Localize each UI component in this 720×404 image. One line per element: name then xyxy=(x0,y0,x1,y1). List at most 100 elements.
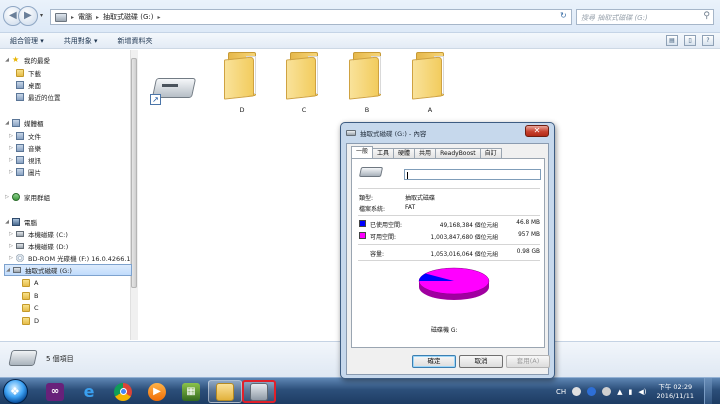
tab-readyboost[interactable]: ReadyBoost xyxy=(435,148,481,158)
tab-sharing[interactable]: 共用 xyxy=(414,148,437,158)
forward-arrow-icon: ▶ xyxy=(24,10,32,21)
folder-item-c[interactable]: C xyxy=(282,52,326,114)
drive-letter-label: 磁碟機 G: xyxy=(431,327,458,334)
sidebar-item-homegroup[interactable]: ▷ 家用群組 xyxy=(4,191,50,203)
language-indicator[interactable]: CH xyxy=(556,388,566,396)
drive-properties-icon xyxy=(250,382,268,401)
sidebar-item-drive-g[interactable]: ◢ 抽取式磁碟 (G:) xyxy=(4,264,132,276)
sidebar-item-label: C xyxy=(34,304,39,312)
collapse-arrow-icon[interactable]: ◢ xyxy=(4,219,10,225)
sidebar-item-documents[interactable]: ▷ 文件 xyxy=(8,130,41,142)
sidebar-item-favorites[interactable]: ◢ ★ 我的最愛 xyxy=(4,54,50,66)
refresh-icon[interactable]: ↻ xyxy=(560,11,572,23)
sidebar-item-desktop[interactable]: 桌面 xyxy=(16,79,41,91)
expand-arrow-icon[interactable]: ▷ xyxy=(4,194,10,200)
expand-arrow-icon[interactable]: ▷ xyxy=(8,157,14,163)
preview-pane-icon[interactable]: ▯ xyxy=(684,35,696,46)
ok-button[interactable]: 確定 xyxy=(412,355,456,368)
sidebar-item-downloads[interactable]: 下載 xyxy=(16,67,41,79)
taskbar-visual-studio[interactable]: ∞ xyxy=(38,380,72,403)
expand-arrow-icon[interactable]: ▷ xyxy=(8,133,14,139)
expand-arrow-icon[interactable]: ▷ xyxy=(8,255,14,261)
sidebar-item-pictures[interactable]: ▷ 圖片 xyxy=(8,166,41,178)
chevron-right-icon[interactable]: ▸ xyxy=(71,14,74,21)
collapse-arrow-icon[interactable]: ◢ xyxy=(5,267,11,273)
expand-arrow-icon[interactable]: ▷ xyxy=(8,145,14,151)
folder-item-b[interactable]: B xyxy=(345,52,389,114)
tab-customize[interactable]: 自訂 xyxy=(479,148,502,158)
settings-icon[interactable] xyxy=(602,387,612,396)
capacity-size: 0.98 GB xyxy=(516,249,540,255)
chevron-right-icon[interactable]: ▸ xyxy=(96,14,99,21)
sidebar-item-folder-c[interactable]: C xyxy=(22,302,39,314)
sidebar-item-videos[interactable]: ▷ 視訊 xyxy=(8,154,41,166)
taskbar-windows-explorer[interactable] xyxy=(208,380,242,403)
divider xyxy=(358,215,540,216)
expand-arrow-icon[interactable]: ▷ xyxy=(8,169,14,175)
tab-general[interactable]: 一般 xyxy=(351,146,374,158)
recent-pages-chevron-icon[interactable]: ▾ xyxy=(40,12,43,19)
address-bar[interactable]: ▸ 電腦 ▸ 抽取式磁碟 (G:) ▸ xyxy=(50,9,572,25)
share-with-button[interactable]: 共用對象 ▾ xyxy=(64,36,98,46)
expand-arrow-icon[interactable]: ▷ xyxy=(8,231,14,237)
clock-date: 2016/11/11 xyxy=(656,391,694,400)
sidebar-item-recent-places[interactable]: 最近的位置 xyxy=(16,91,61,103)
close-button[interactable]: ✕ xyxy=(525,125,549,137)
type-value: 抽取式磁碟 xyxy=(405,195,436,202)
free-space-label: 可用空間: xyxy=(370,234,397,241)
sidebar-item-computer[interactable]: ◢ 電腦 xyxy=(4,216,37,228)
scrollbar-thumb[interactable] xyxy=(131,58,137,288)
disk-usage-pie xyxy=(416,265,492,305)
visual-studio-icon: ∞ xyxy=(46,382,64,401)
help-icon[interactable] xyxy=(587,387,597,396)
type-label: 類型: xyxy=(359,195,374,202)
sidebar-item-music[interactable]: ▷ 音樂 xyxy=(8,142,41,154)
breadcrumb-computer[interactable]: 電腦 xyxy=(78,12,92,22)
drive-shortcut-item[interactable]: ↗ xyxy=(148,72,198,108)
sidebar-item-drive-d[interactable]: ▷ 本機磁碟 (D:) xyxy=(8,240,68,252)
drive-icon xyxy=(346,130,356,136)
search-input[interactable]: 搜尋 抽取式磁碟 (G:) ⚲ xyxy=(576,9,714,25)
organize-button[interactable]: 組合管理 ▾ xyxy=(10,36,44,46)
taskbar-media-player[interactable]: ▶ xyxy=(140,380,174,403)
taskbar-internet-explorer[interactable]: e xyxy=(72,380,106,403)
sidebar-item-drive-c[interactable]: ▷ 本機磁碟 (C:) xyxy=(8,228,68,240)
clock[interactable]: 下午 02:29 2016/11/11 xyxy=(657,383,694,401)
apply-button[interactable]: 套用(A) xyxy=(506,355,550,368)
music-icon xyxy=(16,144,24,152)
dialog-title-bar[interactable]: 抽取式磁碟 (G:) - 內容 xyxy=(346,127,426,139)
show-desktop-button[interactable] xyxy=(704,378,712,404)
chevron-right-icon[interactable]: ▸ xyxy=(158,14,161,21)
breadcrumb-drive[interactable]: 抽取式磁碟 (G:) xyxy=(103,12,153,22)
sidebar-item-drive-f[interactable]: ▷ BD-ROM 光碟機 (F:) 16.0.4266.1 xyxy=(8,252,131,264)
volume-icon[interactable]: ◀) xyxy=(638,388,646,396)
folder-item-d[interactable]: D xyxy=(220,52,264,114)
new-folder-button[interactable]: 新增資料夾 xyxy=(118,36,153,46)
network-tray-icon[interactable]: ▮ xyxy=(629,388,633,396)
ime-icon[interactable] xyxy=(572,387,582,396)
sidebar-item-libraries[interactable]: ◢ 媒體櫃 xyxy=(4,117,44,129)
sidebar-item-folder-b[interactable]: B xyxy=(22,290,38,302)
show-hidden-icons[interactable]: ▲ xyxy=(617,388,622,396)
cancel-button[interactable]: 取消 xyxy=(459,355,503,368)
collapse-arrow-icon[interactable]: ◢ xyxy=(4,120,10,126)
collapse-arrow-icon[interactable]: ◢ xyxy=(4,57,10,63)
tab-tools[interactable]: 工具 xyxy=(372,148,395,158)
sidebar-item-folder-d[interactable]: D xyxy=(22,315,39,327)
folder-item-a[interactable]: A xyxy=(408,52,452,114)
sidebar-item-folder-a[interactable]: A xyxy=(22,277,38,289)
drive-icon xyxy=(55,12,67,22)
help-icon[interactable]: ? xyxy=(702,35,714,46)
back-arrow-icon: ◀ xyxy=(9,10,17,21)
change-view-icon[interactable]: ▤ xyxy=(666,35,678,46)
tab-hardware[interactable]: 硬體 xyxy=(393,148,416,158)
expand-arrow-icon[interactable]: ▷ xyxy=(8,243,14,249)
start-button[interactable]: ❖ xyxy=(3,379,28,404)
forward-button[interactable]: ▶ xyxy=(18,6,38,26)
taskbar-app[interactable]: ▦ xyxy=(174,380,208,403)
taskbar-chrome[interactable] xyxy=(106,380,140,403)
shortcut-arrow-icon: ↗ xyxy=(150,94,161,105)
drive-label-input[interactable] xyxy=(404,169,541,180)
sidebar-item-label: 家用群組 xyxy=(24,194,50,202)
taskbar-properties-window[interactable] xyxy=(242,380,276,403)
